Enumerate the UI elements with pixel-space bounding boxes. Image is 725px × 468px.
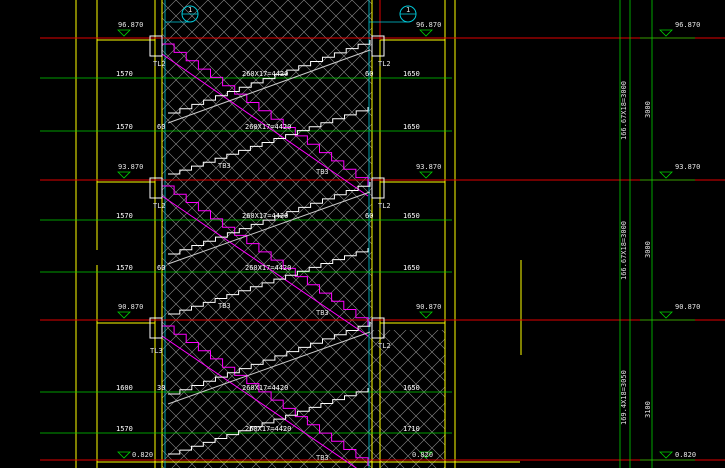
axis-label: 1 xyxy=(406,6,410,14)
dim-flight: 260X17=4420 xyxy=(242,384,288,392)
flight-tag: TB3 xyxy=(316,309,329,317)
flight-tag: TB3 xyxy=(316,454,329,462)
beam-tag: TL2 xyxy=(378,202,391,210)
beam-tag: TL2 xyxy=(153,60,166,68)
dim-flight: 260X17=4420 xyxy=(245,123,291,131)
vdim-text: 166.67X18=3000 xyxy=(620,221,628,280)
dim-left: 1570 xyxy=(116,264,133,272)
vdim-text: 169.4X18=3050 xyxy=(620,370,628,425)
dim-left: 1570 xyxy=(116,123,133,131)
beam-tag: TL2 xyxy=(153,202,166,210)
elevation-d-right: 0.820 xyxy=(412,451,433,459)
dim-left: 1570 xyxy=(116,70,133,78)
elevation-column-b: 93.870 xyxy=(675,163,700,171)
dim-left: 1570 xyxy=(116,212,133,220)
dim-flight: 260X17=4420 xyxy=(245,425,291,433)
beam-tag: TL3 xyxy=(150,347,163,355)
dim-left: 1600 xyxy=(116,384,133,392)
elevation-c-right: 90.870 xyxy=(416,303,441,311)
elevation-column-a: 96.870 xyxy=(675,21,700,29)
flight-tag: TB3 xyxy=(316,168,329,176)
vdim-total: 3100 xyxy=(644,401,652,418)
dim-right: 1650 xyxy=(403,384,420,392)
elevation-column-c: 90.870 xyxy=(675,303,700,311)
axis-bubble-right: 1 xyxy=(369,5,417,23)
dim-flight: 260X17=4420 xyxy=(242,212,288,220)
vdim-total: 3000 xyxy=(644,101,652,118)
dim-right: 1650 xyxy=(403,264,420,272)
elevation-d-left: 0.820 xyxy=(132,451,153,459)
dim-right: 1650 xyxy=(403,70,420,78)
flight-tag: TB3 xyxy=(218,302,231,310)
elevation-c-left: 90.870 xyxy=(118,303,143,311)
elevation-a-left: 96.870 xyxy=(118,21,143,29)
dim-small: 60 xyxy=(157,264,165,272)
dim-flight: 260X17=4420 xyxy=(242,70,288,78)
dim-small: 60 xyxy=(365,212,373,220)
dim-right: 1650 xyxy=(403,123,420,131)
vdim-total: 3000 xyxy=(644,241,652,258)
dim-small: 30 xyxy=(157,384,165,392)
axis-label: 1 xyxy=(188,6,192,14)
flight-tag: TB3 xyxy=(218,162,231,170)
dim-small: 60 xyxy=(365,70,373,78)
elevation-a-right: 96.870 xyxy=(416,21,441,29)
beam-tag: TL2 xyxy=(378,60,391,68)
dim-flight: 260X17=4420 xyxy=(245,264,291,272)
dim-left: 1570 xyxy=(116,425,133,433)
hatch-region-lower-right xyxy=(372,330,445,468)
elevation-b-left: 93.870 xyxy=(118,163,143,171)
dim-right: 1710 xyxy=(403,425,420,433)
dim-small: 60 xyxy=(157,123,165,131)
stair-section-drawing: 1 1 96.870 96.870 93.870 93.870 90.870 9… xyxy=(40,0,725,468)
dim-right: 1650 xyxy=(403,212,420,220)
vertical-dimensions: 166.67X18=3000 166.67X18=3000 169.4X18=3… xyxy=(620,81,652,425)
elevation-column-d: 0.820 xyxy=(675,451,696,459)
elevation-b-right: 93.870 xyxy=(416,163,441,171)
beam-tag: TL2 xyxy=(378,342,391,350)
vdim-text: 166.67X18=3000 xyxy=(620,81,628,140)
